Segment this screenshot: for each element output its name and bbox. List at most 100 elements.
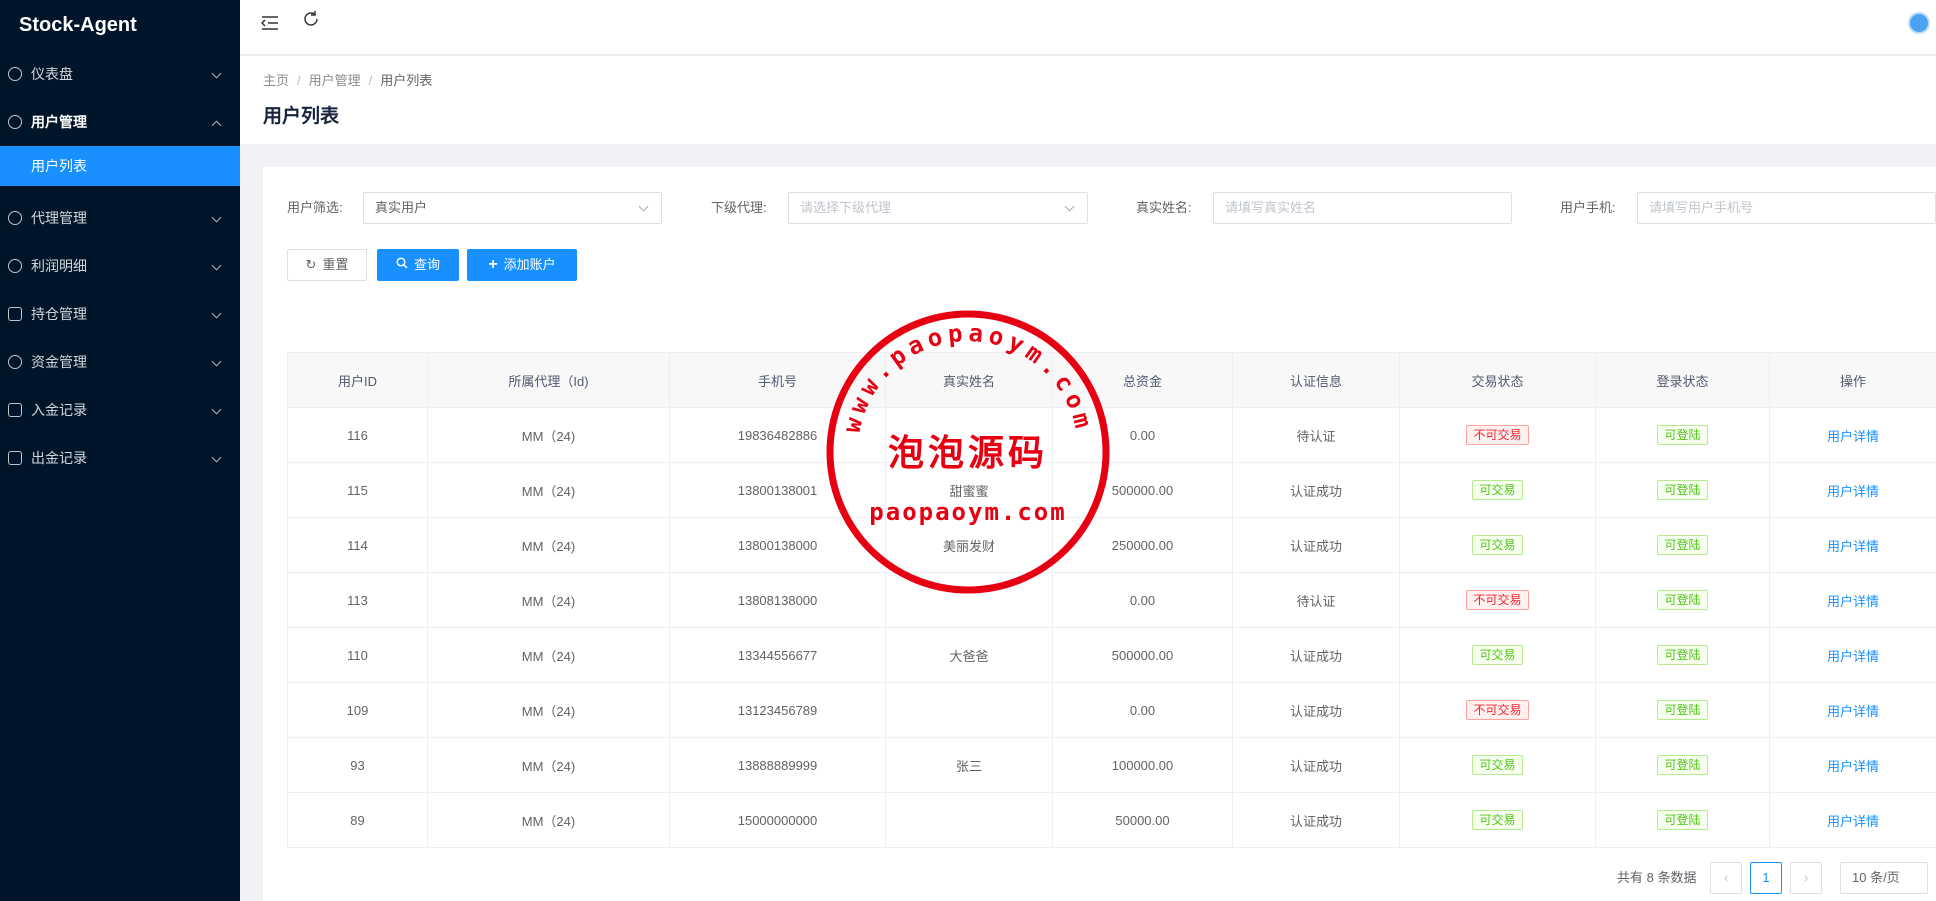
sidebar-item-agent-management[interactable]: 代理管理 xyxy=(0,194,240,242)
sidebar-item-profit-details[interactable]: 利润明细 xyxy=(0,242,240,290)
sub-agent-select[interactable]: 请选择下级代理 xyxy=(788,192,1088,224)
cell-total-funds: 500000.00 xyxy=(1052,627,1233,683)
cell-action: 用户详情 xyxy=(1769,462,1936,518)
reset-button[interactable]: ↻ 重置 xyxy=(287,249,367,281)
sidebar-item-deposit-records[interactable]: 入金记录 xyxy=(0,386,240,434)
page-number-button[interactable]: 1 xyxy=(1750,862,1782,894)
query-button[interactable]: 查询 xyxy=(377,249,459,281)
login-status-badge: 可登陆 xyxy=(1657,700,1708,720)
app-logo: Stock-Agent xyxy=(19,14,137,36)
sub-agent-placeholder: 请选择下级代理 xyxy=(800,200,892,215)
cell-login-status: 可登陆 xyxy=(1595,737,1770,793)
cell-agent: MM（24) xyxy=(427,572,670,628)
user-details-link[interactable]: 用户详情 xyxy=(1827,814,1879,829)
chevron-down-icon xyxy=(211,404,222,415)
breadcrumb-separator: / xyxy=(368,73,373,88)
cell-auth-status: 认证成功 xyxy=(1232,792,1400,848)
column-header: 认证信息 xyxy=(1232,352,1400,408)
stamp-bottom-text: paopaoym.com xyxy=(869,498,1066,526)
add-account-button-label: 添加账户 xyxy=(503,257,556,272)
page-size-select[interactable]: 10 条/页 xyxy=(1840,862,1928,894)
cell-login-status: 可登陆 xyxy=(1595,572,1770,628)
menu-fold-icon[interactable] xyxy=(260,14,279,37)
sidebar-item-label: 持仓管理 xyxy=(31,306,87,322)
page-size-value: 10 条/页 xyxy=(1852,870,1900,885)
chevron-down-icon xyxy=(211,260,222,271)
chevron-up-icon xyxy=(211,120,222,131)
cell-auth-status: 认证成功 xyxy=(1232,462,1400,518)
column-header: 操作 xyxy=(1769,352,1936,408)
user-details-link[interactable]: 用户详情 xyxy=(1827,484,1879,499)
add-account-button[interactable]: + 添加账户 xyxy=(467,249,577,281)
page-header: 主页 / 用户管理 / 用户列表 用户列表 xyxy=(240,56,1936,144)
prev-page-button[interactable]: ‹ xyxy=(1710,862,1742,894)
cell-auth-status: 待认证 xyxy=(1232,572,1400,628)
sidebar-item-label: 仪表盘 xyxy=(31,66,73,82)
cell-trade-status: 可交易 xyxy=(1399,517,1596,573)
refresh-icon[interactable] xyxy=(302,10,320,34)
cell-login-status: 可登陆 xyxy=(1595,627,1770,683)
cell-agent: MM（24) xyxy=(427,737,670,793)
sidebar-item-withdraw-records[interactable]: 出金记录 xyxy=(0,434,240,482)
phone-input[interactable]: 请填写用户手机号 xyxy=(1637,192,1936,224)
user-details-link[interactable]: 用户详情 xyxy=(1827,429,1879,444)
user-details-link[interactable]: 用户详情 xyxy=(1827,539,1879,554)
avatar-icon[interactable] xyxy=(1908,12,1930,34)
cell-action: 用户详情 xyxy=(1769,682,1936,738)
user-details-link[interactable]: 用户详情 xyxy=(1827,594,1879,609)
cell-phone: 15000000000 xyxy=(669,792,886,848)
sidebar-item-label: 出金记录 xyxy=(31,450,87,466)
cell-action: 用户详情 xyxy=(1769,407,1936,463)
user-details-link[interactable]: 用户详情 xyxy=(1827,704,1879,719)
cell-total-funds: 50000.00 xyxy=(1052,792,1233,848)
cell-auth-status: 认证成功 xyxy=(1232,517,1400,573)
cell-auth-status: 认证成功 xyxy=(1232,627,1400,683)
column-header: 所属代理（Id) xyxy=(427,352,670,408)
cell-agent: MM（24) xyxy=(427,792,670,848)
chevron-down-icon xyxy=(211,68,222,79)
user-filter-value: 真实用户 xyxy=(375,200,428,215)
dashboard-icon xyxy=(8,67,22,81)
chevron-down-icon xyxy=(211,308,222,319)
chevron-down-icon xyxy=(211,452,222,463)
sidebar-item-dashboard[interactable]: 仪表盘 xyxy=(0,50,240,98)
sidebar-item-user-management[interactable]: 用户管理 xyxy=(0,98,240,146)
plus-icon: + xyxy=(488,256,498,273)
position-icon xyxy=(8,307,22,321)
watermark-stamp: www.paopaoym.com 泡泡源码 paopaoym.com xyxy=(826,310,1110,594)
sidebar-item-label: 代理管理 xyxy=(31,210,87,226)
sidebar-item-label: 利润明细 xyxy=(31,258,87,274)
cell-real-name xyxy=(885,682,1053,738)
sidebar-item-fund-management[interactable]: 资金管理 xyxy=(0,338,240,386)
query-button-label: 查询 xyxy=(413,257,440,272)
cell-trade-status: 可交易 xyxy=(1399,737,1596,793)
login-status-badge: 可登陆 xyxy=(1657,590,1708,610)
cell-auth-status: 待认证 xyxy=(1232,407,1400,463)
user-details-link[interactable]: 用户详情 xyxy=(1827,649,1879,664)
breadcrumb-item-home[interactable]: 主页 xyxy=(263,73,289,88)
pagination-total: 共有 8 条数据 xyxy=(1617,870,1697,885)
profit-icon xyxy=(8,259,22,273)
cell-auth-status: 认证成功 xyxy=(1232,682,1400,738)
trade-status-badge: 可交易 xyxy=(1472,645,1523,665)
login-status-badge: 可登陆 xyxy=(1657,645,1708,665)
cell-action: 用户详情 xyxy=(1769,627,1936,683)
breadcrumb-item-user-management[interactable]: 用户管理 xyxy=(309,73,361,88)
cell-phone: 13123456789 xyxy=(669,682,886,738)
sidebar-item-label: 用户管理 xyxy=(31,114,87,130)
cell-user-id: 109 xyxy=(287,682,428,738)
trade-status-badge: 可交易 xyxy=(1472,480,1523,500)
chevron-down-icon xyxy=(211,212,222,223)
cell-agent: MM（24) xyxy=(427,462,670,518)
sidebar-subitem-user-list[interactable]: 用户列表 xyxy=(0,146,240,186)
page-title: 用户列表 xyxy=(263,106,340,127)
user-filter-select[interactable]: 真实用户 xyxy=(363,192,662,224)
stamp-center-text: 泡泡源码 xyxy=(888,432,1048,474)
table-row: 110 MM（24) 13344556677 大爸爸 500000.00 认证成功 可交易 可… xyxy=(287,627,1936,683)
login-status-badge: 可登陆 xyxy=(1657,755,1708,775)
user-details-link[interactable]: 用户详情 xyxy=(1827,759,1879,774)
next-page-button[interactable]: › xyxy=(1790,862,1822,894)
top-header xyxy=(240,0,1936,55)
real-name-input[interactable]: 请填写真实姓名 xyxy=(1213,192,1512,224)
sidebar-item-position-management[interactable]: 持仓管理 xyxy=(0,290,240,338)
